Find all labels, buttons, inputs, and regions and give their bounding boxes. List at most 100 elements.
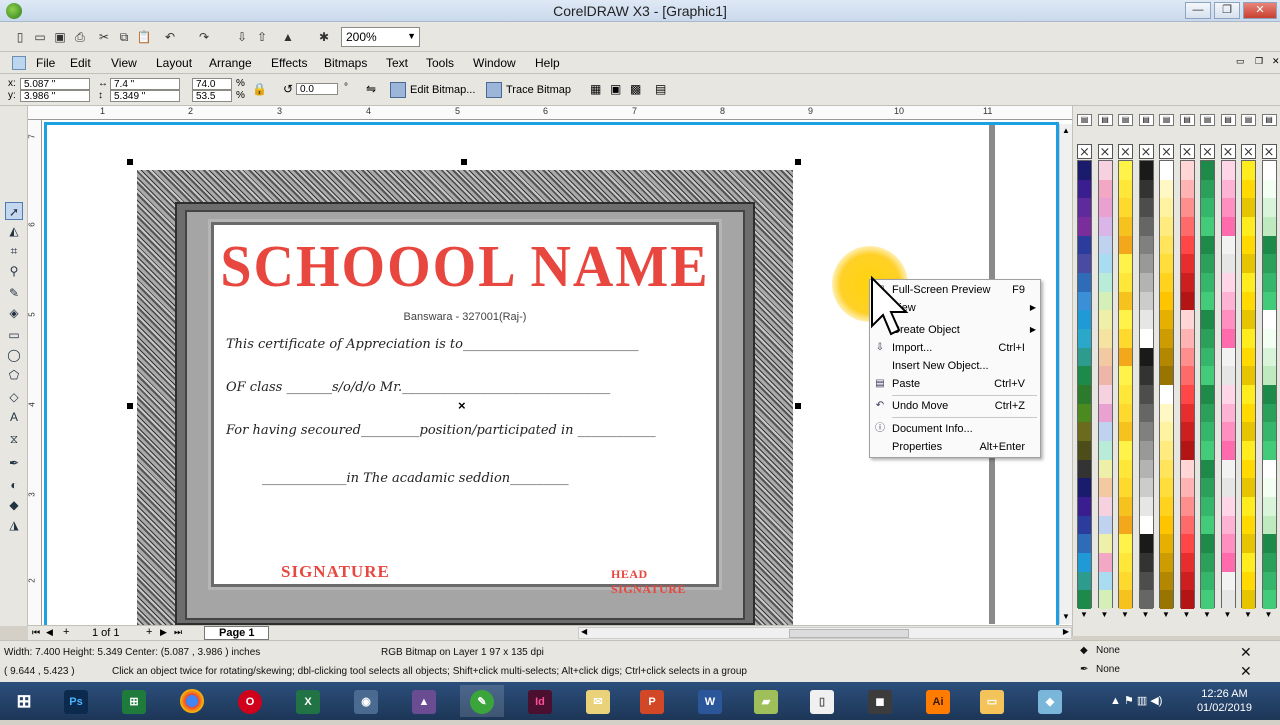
palette-scroll-down-icon[interactable]: ▼: [1162, 610, 1170, 619]
color-swatch[interactable]: [1078, 161, 1091, 180]
menu-item-insert-new-object[interactable]: Insert New Object...: [870, 357, 1040, 375]
welcome-screen-icon[interactable]: ✱: [316, 29, 332, 45]
start-button[interactable]: ⊞: [2, 685, 46, 717]
color-swatch[interactable]: [1160, 497, 1173, 516]
color-swatch[interactable]: [1160, 273, 1173, 292]
color-swatch[interactable]: [1262, 590, 1276, 609]
palette-scroll-down-icon[interactable]: ▼: [1183, 610, 1191, 619]
color-swatch[interactable]: [1078, 422, 1091, 441]
add-page-after-icon[interactable]: +: [146, 626, 152, 638]
no-color-swatch[interactable]: ⨯: [1077, 144, 1092, 159]
color-swatch[interactable]: [1242, 254, 1255, 273]
color-swatch[interactable]: [1262, 273, 1276, 292]
color-swatch[interactable]: [1201, 459, 1214, 479]
color-swatch[interactable]: [1119, 310, 1132, 329]
color-swatch[interactable]: [1201, 273, 1214, 292]
color-swatch[interactable]: [1221, 161, 1235, 180]
color-swatch[interactable]: [1262, 459, 1276, 479]
system-clock[interactable]: 12:26 AM 01/02/2019: [1197, 687, 1252, 715]
taskbar-coreldraw-active[interactable]: ✎: [460, 685, 504, 717]
color-swatch[interactable]: [1262, 515, 1276, 535]
color-swatch[interactable]: [1160, 329, 1173, 348]
doc-restore-icon[interactable]: ❐: [1255, 56, 1263, 67]
color-swatch[interactable]: [1098, 553, 1112, 572]
color-swatch[interactable]: [1078, 441, 1091, 460]
color-swatch[interactable]: [1180, 553, 1194, 572]
palette-flyout-icon[interactable]: ▤: [1138, 114, 1154, 126]
color-swatch[interactable]: [1098, 590, 1112, 609]
color-swatch[interactable]: [1078, 497, 1091, 516]
color-swatch[interactable]: [1180, 534, 1194, 553]
color-swatch[interactable]: [1180, 310, 1194, 329]
color-swatch[interactable]: [1078, 590, 1091, 609]
vertical-scrollbar[interactable]: ▲ ▼: [1059, 124, 1072, 624]
color-swatch[interactable]: [1160, 366, 1173, 385]
color-swatch[interactable]: [1221, 590, 1235, 609]
crop-tool-icon[interactable]: ⌗: [5, 242, 23, 260]
color-swatch[interactable]: [1119, 459, 1132, 479]
outline-tool-icon[interactable]: ◐: [5, 476, 23, 494]
color-swatch[interactable]: [1078, 403, 1091, 423]
color-swatch[interactable]: [1160, 534, 1173, 553]
selection-handle[interactable]: [127, 159, 133, 165]
color-swatch[interactable]: [1221, 478, 1235, 497]
color-swatch[interactable]: [1201, 366, 1214, 385]
wrap-text-icon[interactable]: ▤: [655, 82, 666, 96]
color-swatch[interactable]: [1139, 385, 1153, 404]
color-swatch[interactable]: [1262, 497, 1276, 516]
color-swatch[interactable]: [1221, 534, 1235, 553]
color-swatch[interactable]: [1180, 478, 1194, 497]
text-tool-icon[interactable]: A: [5, 408, 23, 426]
palette-scroll-down-icon[interactable]: ▼: [1101, 610, 1109, 619]
color-swatch[interactable]: [1078, 198, 1091, 217]
polygon-tool-icon[interactable]: ⬠: [5, 366, 23, 384]
menu-window[interactable]: Window: [473, 56, 516, 70]
palette-flyout-icon[interactable]: ▤: [1097, 114, 1113, 126]
menu-file[interactable]: File: [36, 56, 55, 70]
color-swatch[interactable]: [1098, 161, 1112, 180]
taskbar-app[interactable]: ◆: [1028, 685, 1072, 717]
color-swatch[interactable]: [1201, 347, 1214, 367]
scroll-left-icon[interactable]: ◀: [581, 627, 587, 636]
color-swatch[interactable]: [1160, 553, 1173, 572]
color-swatch[interactable]: [1201, 291, 1214, 311]
eyedropper-tool-icon[interactable]: ✒: [5, 454, 23, 472]
color-swatch[interactable]: [1221, 347, 1235, 367]
color-swatch[interactable]: [1160, 161, 1173, 180]
scale-height-field[interactable]: 53.5: [192, 90, 232, 102]
color-swatch[interactable]: [1262, 198, 1276, 217]
rotation-angle-field[interactable]: 0.0: [296, 83, 338, 95]
palette-flyout-icon[interactable]: ▤: [1220, 114, 1236, 126]
palette-scroll-down-icon[interactable]: ▼: [1121, 610, 1129, 619]
no-color-swatch[interactable]: ⨯: [1097, 144, 1113, 159]
color-swatch[interactable]: [1180, 385, 1194, 404]
color-swatch[interactable]: [1098, 478, 1112, 497]
menu-view[interactable]: View: [111, 56, 137, 70]
color-swatch[interactable]: [1262, 478, 1276, 497]
doc-close-icon[interactable]: ✕: [1272, 56, 1280, 67]
color-swatch[interactable]: [1262, 161, 1276, 180]
smart-fill-tool-icon[interactable]: ◈: [5, 304, 23, 322]
color-swatch[interactable]: [1160, 478, 1173, 497]
menu-help[interactable]: Help: [535, 56, 560, 70]
color-swatch[interactable]: [1119, 497, 1132, 516]
y-position-field[interactable]: 3.986 ": [20, 90, 90, 102]
color-swatch[interactable]: [1098, 254, 1112, 273]
color-swatch[interactable]: [1201, 161, 1214, 180]
taskbar-camera[interactable]: ◉: [344, 685, 388, 717]
color-swatch[interactable]: [1119, 515, 1132, 535]
color-swatch[interactable]: [1221, 571, 1235, 591]
color-swatch[interactable]: [1139, 478, 1153, 497]
color-swatch[interactable]: [1139, 179, 1153, 199]
color-swatch[interactable]: [1221, 329, 1235, 348]
color-swatch[interactable]: [1242, 198, 1255, 217]
color-swatch[interactable]: [1098, 497, 1112, 516]
taskbar-word[interactable]: W: [688, 685, 732, 717]
color-swatch[interactable]: [1242, 422, 1255, 441]
color-swatch[interactable]: [1139, 310, 1153, 329]
color-swatch[interactable]: [1160, 198, 1173, 217]
color-swatch[interactable]: [1160, 459, 1173, 479]
color-swatch[interactable]: [1180, 590, 1194, 609]
color-swatch[interactable]: [1078, 179, 1091, 199]
color-swatch[interactable]: [1180, 273, 1194, 292]
